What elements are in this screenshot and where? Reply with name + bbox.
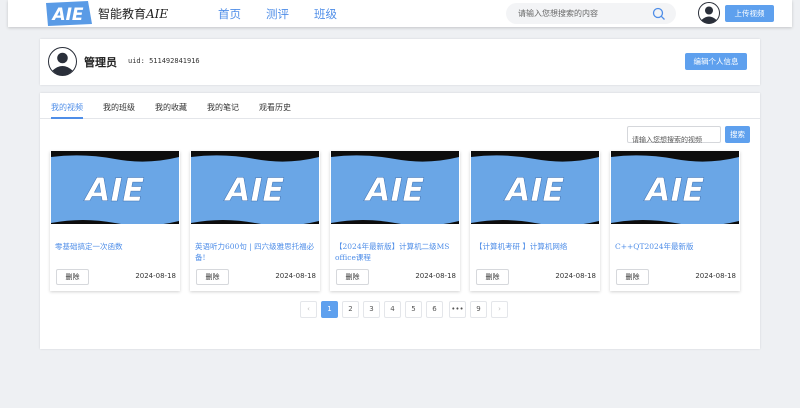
video-title[interactable]: 【计算机考研 】计算机网络 <box>475 241 599 252</box>
tab-my-notes[interactable]: 我的笔记 <box>207 102 239 113</box>
video-thumbnail[interactable]: AIE <box>191 151 319 233</box>
delete-video-button[interactable]: 删除 <box>56 269 89 285</box>
page-9-button[interactable]: 9 <box>470 301 487 318</box>
nav-class[interactable]: 班级 <box>314 6 337 22</box>
video-date: 2024-08-18 <box>275 272 316 280</box>
video-date: 2024-08-18 <box>695 272 736 280</box>
upload-video-button[interactable]: 上传视频 <box>725 5 774 22</box>
search-icon[interactable] <box>652 7 666 21</box>
video-card[interactable]: AIE 英语听力600句 | 四六级雅思托福必备! 删除 2024-08-18 <box>190 151 320 291</box>
thumbnail-logo-text: AIE <box>643 171 705 209</box>
nav-assessment[interactable]: 测评 <box>266 6 289 22</box>
video-thumbnail[interactable]: AIE <box>51 151 179 233</box>
page-5-button[interactable]: 5 <box>405 301 422 318</box>
page-1-button[interactable]: 1 <box>321 301 338 318</box>
video-thumbnail[interactable]: AIE <box>611 151 739 233</box>
edit-profile-button[interactable]: 编辑个人信息 <box>685 53 747 70</box>
delete-video-button[interactable]: 删除 <box>336 269 369 285</box>
page-ellipsis-button[interactable]: ••• <box>449 301 466 318</box>
video-title[interactable]: C++QT2024年最新版 <box>615 241 739 252</box>
page-2-button[interactable]: 2 <box>342 301 359 318</box>
video-search-field <box>627 126 721 148</box>
video-search-input[interactable] <box>628 132 720 148</box>
page-6-button[interactable]: 6 <box>426 301 443 318</box>
logo[interactable]: AIE <box>44 0 94 27</box>
thumbnail-logo-text: AIE <box>363 171 425 209</box>
tab-my-videos[interactable]: 我的视频 <box>51 102 83 113</box>
logo-text: AIE <box>50 5 83 25</box>
global-search-input[interactable] <box>518 6 648 21</box>
thumbnail-logo-text: AIE <box>83 171 145 209</box>
prev-page-button[interactable]: ‹ <box>300 301 317 318</box>
profile-uid: uid: 511492841916 <box>128 57 200 65</box>
video-title[interactable]: 英语听力600句 | 四六级雅思托福必备! <box>195 241 319 263</box>
page-3-button[interactable]: 3 <box>363 301 380 318</box>
tab-watch-history[interactable]: 观看历史 <box>259 102 291 113</box>
profile-name: 管理员 <box>84 56 117 69</box>
video-thumbnail[interactable]: AIE <box>471 151 599 233</box>
profile-avatar-icon <box>48 47 77 76</box>
tab-my-classes[interactable]: 我的班级 <box>103 102 135 113</box>
video-date: 2024-08-18 <box>135 272 176 280</box>
video-date: 2024-08-18 <box>555 272 596 280</box>
page-4-button[interactable]: 4 <box>384 301 401 318</box>
thumbnail-logo-text: AIE <box>223 171 285 209</box>
brand-title: 智能教育AIE <box>98 7 169 21</box>
thumbnail-logo-text: AIE <box>503 171 565 209</box>
video-card[interactable]: AIE 【计算机考研 】计算机网络 删除 2024-08-18 <box>470 151 600 291</box>
global-search <box>506 3 676 24</box>
video-search-button[interactable]: 搜索 <box>725 126 750 143</box>
nav-home[interactable]: 首页 <box>218 6 241 22</box>
delete-video-button[interactable]: 删除 <box>616 269 649 285</box>
tab-bar: 我的视频 我的班级 我的收藏 我的笔记 观看历史 <box>40 93 760 119</box>
next-page-button[interactable]: › <box>491 301 508 318</box>
tab-my-favorites[interactable]: 我的收藏 <box>155 102 187 113</box>
delete-video-button[interactable]: 删除 <box>476 269 509 285</box>
video-title[interactable]: 零基础搞定一次函数 <box>55 241 179 252</box>
top-navbar: AIE 智能教育AIE 首页 测评 班级 上传视频 <box>8 0 792 27</box>
video-date: 2024-08-18 <box>415 272 456 280</box>
video-thumbnail[interactable]: AIE <box>331 151 459 233</box>
active-tab-indicator <box>51 117 83 119</box>
user-avatar-icon[interactable] <box>698 2 720 24</box>
content-panel: 我的视频 我的班级 我的收藏 我的笔记 观看历史 搜索 AIE 零基础搞定一次函… <box>40 93 760 349</box>
video-card[interactable]: AIE 零基础搞定一次函数 删除 2024-08-18 <box>50 151 180 291</box>
delete-video-button[interactable]: 删除 <box>196 269 229 285</box>
video-card[interactable]: AIE 【2024年最新版】计算机二级MS office课程 删除 2024-0… <box>330 151 460 291</box>
video-title[interactable]: 【2024年最新版】计算机二级MS office课程 <box>335 241 459 263</box>
profile-card: 管理员 uid: 511492841916 编辑个人信息 <box>40 39 760 85</box>
video-card[interactable]: AIE C++QT2024年最新版 删除 2024-08-18 <box>610 151 740 291</box>
